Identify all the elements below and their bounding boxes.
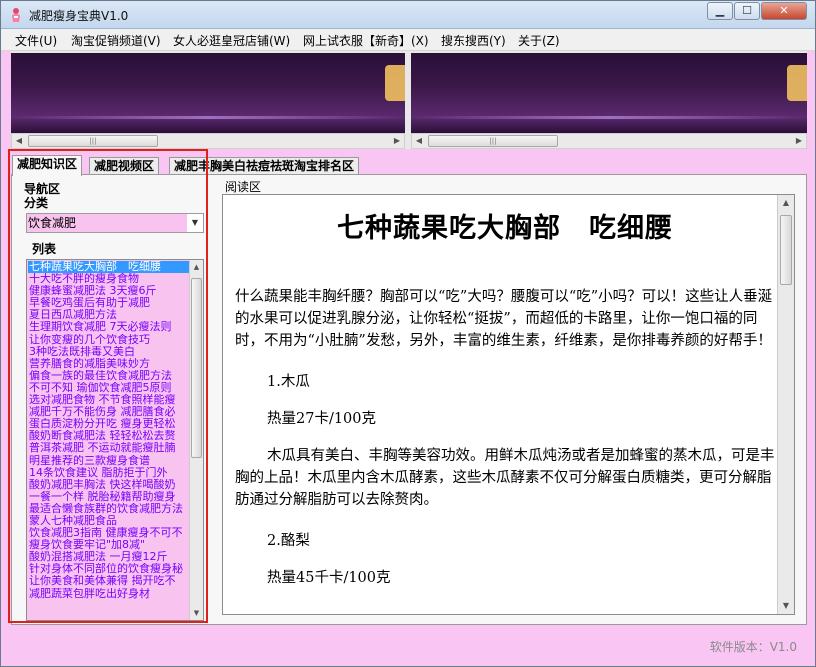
ad-left-hscrollbar[interactable]: ◀ ||| ▶ — [11, 133, 405, 149]
scroll-right-icon[interactable]: ▶ — [390, 134, 404, 148]
list-item[interactable]: 不可不知 瑜伽饮食减肥5原则 — [28, 382, 190, 394]
banner-decoration — [11, 116, 405, 119]
article-list-items: 七种蔬果吃大胸部 吃细腰 十大吃不胖的瘦身食物 健康蜂蜜减肥法 3天瘦6斤 早餐… — [28, 261, 190, 619]
category-value: 饮食减肥 — [28, 216, 77, 230]
menu-bar: 文件(U) 淘宝促销频道(V) 女人必逛皇冠店铺(W) 网上试衣服【新奇】(X)… — [1, 29, 815, 51]
main-window: 减肥瘦身宝典V1.0 ▁ ☐ ✕ 文件(U) 淘宝促销频道(V) 女人必逛皇冠店… — [0, 0, 816, 667]
scrollbar-thumb[interactable] — [780, 215, 792, 285]
article-intro: 什么蔬果能丰胸纤腰？胸部可以“吃”大吗？腰腹可以“吃”小吗？可以！这些让人垂涎的… — [235, 289, 773, 349]
minimize-button[interactable]: ▁ — [707, 2, 733, 20]
ad-right-hscrollbar[interactable]: ◀ ||| ▶ — [411, 133, 807, 149]
list-item[interactable]: 饮食减肥3指南 健康瘦身不可不 — [28, 527, 190, 539]
menu-search[interactable]: 搜东搜西(Y) — [441, 32, 506, 49]
list-item[interactable]: 十大吃不胖的瘦身食物 — [28, 273, 190, 285]
list-item[interactable]: 14条饮食建议 脂肪拒于门外 — [28, 467, 190, 479]
article-list[interactable]: 七种蔬果吃大胸部 吃细腰 十大吃不胖的瘦身食物 健康蜂蜜减肥法 3天瘦6斤 早餐… — [26, 259, 204, 621]
tab-strip: 减肥知识区 减肥视频区 减肥丰胸美白祛痘祛斑淘宝排名区 — [11, 155, 807, 176]
list-item[interactable]: 七种蔬果吃大胸部 吃细腰 — [28, 261, 190, 274]
scroll-left-icon[interactable]: ◀ — [412, 134, 426, 148]
title-bar[interactable]: 减肥瘦身宝典V1.0 ▁ ☐ ✕ — [1, 1, 815, 29]
reading-area[interactable]: 七种蔬果吃大胸部 吃细腰 什么蔬果能丰胸纤腰？胸部可以“吃”大吗？腰腹可以“吃”… — [222, 194, 795, 615]
section-calories: 热量27卡/100克 — [267, 411, 377, 427]
list-item[interactable]: 蒙人七种减肥食品 — [28, 515, 190, 527]
list-item[interactable]: 酸奶断食减肥法 轻轻松松去赘 — [28, 430, 190, 442]
list-item[interactable]: 减肥千万不能伤身 减肥膳食必 — [28, 406, 190, 418]
scroll-up-icon[interactable]: ▲ — [778, 195, 794, 211]
tab-weight-loss-video[interactable]: 减肥视频区 — [89, 157, 160, 175]
section-heading: 1.木瓜 — [267, 374, 310, 390]
list-item[interactable]: 酸奶混搭减肥法 一月瘦12斤 — [28, 551, 190, 563]
list-item[interactable]: 针对身体不同部位的饮食瘦身秘 — [28, 563, 190, 575]
category-select[interactable]: 饮食减肥 ▼ — [26, 213, 204, 233]
scrollbar-thumb[interactable]: ||| — [428, 135, 558, 147]
scroll-down-icon[interactable]: ▼ — [190, 606, 203, 620]
menu-crown-shops[interactable]: 女人必逛皇冠店铺(W) — [173, 32, 290, 49]
tab-weight-loss-knowledge[interactable]: 减肥知识区 — [12, 155, 83, 176]
navigation-area: 导航区 分类 饮食减肥 ▼ 列表 七种蔬果吃大胸部 吃细腰 十大吃不胖的瘦身食物… — [13, 177, 206, 624]
banner-decoration — [411, 116, 807, 119]
list-item[interactable]: 健康蜂蜜减肥法 3天瘦6斤 — [28, 285, 190, 297]
window-title: 减肥瘦身宝典V1.0 — [29, 9, 129, 23]
close-button[interactable]: ✕ — [761, 2, 807, 20]
list-item[interactable]: 蛋白质淀粉分开吃 瘦身更轻松 — [28, 418, 190, 430]
menu-taobao-promo[interactable]: 淘宝促销频道(V) — [71, 32, 161, 49]
article-title: 七种蔬果吃大胸部 吃细腰 — [337, 213, 673, 244]
list-item[interactable]: 让你变瘦的几个饮食技巧 — [28, 334, 190, 346]
list-item[interactable]: 营养膳食的减脂美味妙方 — [28, 358, 190, 370]
scrollbar-thumb[interactable]: ||| — [28, 135, 158, 147]
list-item[interactable]: 减肥蔬菜包胖吃出好身材 — [28, 588, 190, 600]
list-item[interactable]: 让你美食和美体兼得 揭开吃不 — [28, 575, 190, 587]
scroll-left-icon[interactable]: ◀ — [12, 134, 26, 148]
chevron-down-icon[interactable]: ▼ — [187, 214, 203, 232]
scroll-down-icon[interactable]: ▼ — [778, 598, 794, 614]
list-item[interactable]: 最适合懒食族群的饮食减肥方法 — [28, 503, 190, 515]
list-item[interactable]: 生理期饮食减肥 7天必瘦法则 — [28, 321, 190, 333]
banner-decoration — [385, 65, 405, 101]
app-icon — [12, 8, 20, 22]
banner-decoration — [787, 65, 807, 101]
list-label: 列表 — [32, 242, 57, 256]
reading-area-label: 阅读区 — [225, 180, 262, 194]
menu-about[interactable]: 关于(Z) — [518, 32, 560, 49]
list-item[interactable]: 3种吃法既排毒又美白 — [28, 346, 190, 358]
section-heading: 2.酪梨 — [267, 533, 310, 549]
menu-try-on-clothes[interactable]: 网上试衣服【新奇】(X) — [303, 32, 429, 49]
section-body: 木瓜具有美白、丰胸等美容功效。用鲜木瓜炖汤或者是加蜂蜜的蒸木瓜，可是丰胸的上品！… — [235, 448, 775, 508]
list-item[interactable]: 明星推荐的三款瘦身食谱 — [28, 455, 190, 467]
menu-file[interactable]: 文件(U) — [15, 32, 57, 49]
maximize-button[interactable]: ☐ — [734, 2, 760, 20]
category-label: 分类 — [24, 196, 49, 210]
scroll-up-icon[interactable]: ▲ — [190, 260, 203, 274]
list-item[interactable]: 瘦身饮食要牢记"加8减" — [28, 539, 190, 551]
ad-banner-area: ◀ ||| ▶ ◀ ||| ▶ — [11, 51, 807, 149]
tab-taobao-ranking[interactable]: 减肥丰胸美白祛痘祛斑淘宝排名区 — [169, 157, 360, 175]
ad-banner-left[interactable] — [11, 53, 405, 133]
scroll-right-icon[interactable]: ▶ — [792, 134, 806, 148]
list-item[interactable]: 选对减肥食物 不节食照样能瘦 — [28, 394, 190, 406]
list-item[interactable]: 偏食一族的最佳饮食减肥方法 — [28, 370, 190, 382]
ad-banner-right[interactable] — [411, 53, 807, 133]
list-item[interactable]: 一餐一个样 脱胎秘籍帮助瘦身 — [28, 491, 190, 503]
list-item[interactable]: 夏日西瓜减肥方法 — [28, 309, 190, 321]
version-label: 软件版本：V1.0 — [709, 640, 797, 654]
section-calories: 热量45千卡/100克 — [267, 570, 391, 586]
scrollbar-thumb[interactable] — [191, 278, 202, 458]
list-vscrollbar[interactable]: ▲ ▼ — [189, 260, 203, 620]
list-item[interactable]: 酸奶减肥丰胸法 快这样喝酸奶 — [28, 479, 190, 491]
list-item[interactable]: 早餐吃鸡蛋后有助于减肥 — [28, 297, 190, 309]
list-item[interactable]: 普洱茶减肥 不运动就能瘦肚腩 — [28, 442, 190, 454]
article-content: 七种蔬果吃大胸部 吃细腰 什么蔬果能丰胸纤腰？胸部可以“吃”大吗？腰腹可以“吃”… — [235, 195, 775, 614]
reading-vscrollbar[interactable]: ▲ ▼ — [777, 195, 794, 614]
